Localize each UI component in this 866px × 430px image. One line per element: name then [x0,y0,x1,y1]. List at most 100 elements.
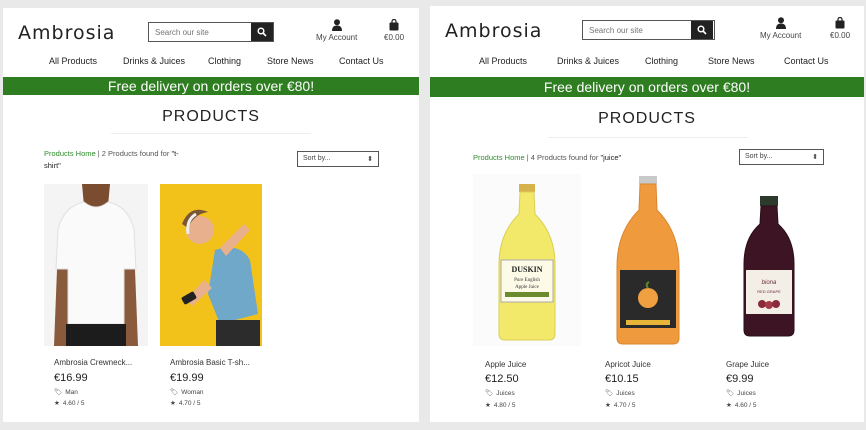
product-name[interactable]: Grape Juice [726,360,769,369]
product-price: €10.15 [605,373,639,385]
product-category[interactable]: 🏷 Juices [726,389,756,398]
product-name[interactable]: Apricot Juice [605,360,651,369]
breadcrumb: Products Home | 2 Products found for "t-… [44,148,194,172]
label-brand: DUSKIN [511,265,542,274]
product-rating: ★ 4.70 / 5 [170,399,201,408]
breadcrumb-products-home[interactable]: Products Home [44,149,96,158]
breadcrumb: Products Home | 4 Products found for "ju… [473,152,723,164]
nav-drinks-juices[interactable]: Drinks & Juices [123,56,185,66]
search-button[interactable] [691,21,713,39]
search-results-juice-panel: Ambrosia My Account €0.00 All Products D… [430,6,864,422]
title-divider [111,133,311,134]
search-input[interactable] [149,23,251,41]
results-count: | 2 Products found for [95,149,172,158]
nav-all-products[interactable]: All Products [479,56,527,66]
product-price: €19.99 [170,372,204,384]
nav-store-news[interactable]: Store News [708,56,755,66]
brand-logo[interactable]: Ambrosia [445,20,542,42]
page-title: PRODUCTS [598,110,696,127]
user-icon [331,19,342,31]
product-category-label: Juices [616,389,635,397]
sort-select[interactable]: Sort by... ⬍ [739,149,824,165]
product-category[interactable]: 🏷 Man [54,388,78,397]
nav-clothing[interactable]: Clothing [208,56,241,66]
product-price: €9.99 [726,373,754,385]
brand-logo[interactable]: Ambrosia [18,22,115,44]
product-rating-label: 4.70 / 5 [178,399,201,407]
product-image-grape-juice[interactable]: biona RED GRAPE [714,174,824,346]
product-rating: ★ 4.60 / 5 [726,401,757,410]
my-account-link[interactable]: My Account [316,19,357,42]
product-name[interactable]: Ambrosia Basic T-sh... [170,358,250,367]
nav-all-products[interactable]: All Products [49,56,97,66]
product-category[interactable]: 🏷 Juices [605,389,635,398]
label-line2: RED GRAPE [757,289,781,294]
product-category[interactable]: 🏷 Woman [170,388,204,397]
shopping-bag-icon [835,17,845,29]
star-icon: ★ [726,402,732,409]
product-rating: ★ 4.60 / 5 [54,399,85,408]
tag-icon: 🏷 [605,390,614,397]
search-query: "juice" [600,153,622,162]
product-category-label: Juices [737,389,756,397]
nav-contact-us[interactable]: Contact Us [339,56,384,66]
product-card[interactable]: Ambrosia Crewneck... €16.99 🏷 Man ★ 4.60 /… [44,184,148,420]
user-icon [775,17,786,29]
star-icon: ★ [605,402,611,409]
tag-icon: 🏷 [485,390,494,397]
product-card[interactable]: Ambrosia Basic T-sh... €19.99 🏷 Woman ★ 4.… [160,184,262,420]
shopping-bag-link[interactable]: €0.00 [830,17,850,40]
product-price: €12.50 [485,373,519,385]
my-account-label: My Account [760,31,802,40]
breadcrumb-products-home[interactable]: Products Home [473,153,525,162]
product-category-label: Juices [496,389,515,397]
product-rating: ★ 4.80 / 5 [485,401,516,410]
free-delivery-banner: Free delivery on orders over €80! [430,77,864,97]
my-account-link[interactable]: My Account [760,17,801,40]
sort-select-value: Sort by... [303,155,331,162]
product-name[interactable]: Ambrosia Crewneck... [54,358,132,367]
nav-contact-us[interactable]: Contact Us [784,56,829,66]
shopping-bag-link[interactable]: €0.00 [384,19,404,42]
label-line2: Pure English [514,278,540,283]
shopping-bag-icon [389,19,399,31]
results-count: | 4 Products found for [524,153,601,162]
search-input[interactable] [583,21,691,39]
search-bar [582,20,715,40]
product-image-crewneck[interactable] [44,184,148,346]
sort-select[interactable]: Sort by... ⬍ [297,151,379,167]
product-name[interactable]: Apple Juice [485,360,526,369]
product-card[interactable]: biona RED GRAPE Grape Juice €9.99 🏷 Juice… [714,174,824,414]
search-button[interactable] [251,23,273,41]
nav-drinks-juices[interactable]: Drinks & Juices [557,56,619,66]
star-icon: ★ [54,400,60,407]
tag-icon: 🏷 [170,389,179,396]
tag-icon: 🏷 [54,389,63,396]
product-image-apricot-juice[interactable] [593,174,703,346]
sort-select-value: Sort by... [745,153,773,160]
product-image-apple-juice[interactable]: DUSKIN Pure English Apple Juice [473,174,581,346]
product-card[interactable]: DUSKIN Pure English Apple Juice Apple Ju… [473,174,581,414]
product-image-basic-tshirt[interactable] [160,184,262,346]
sort-arrows-icon: ⬍ [367,156,373,163]
nav-clothing[interactable]: Clothing [645,56,678,66]
product-category[interactable]: 🏷 Juices [485,389,515,398]
nav-store-news[interactable]: Store News [267,56,314,66]
product-rating-label: 4.70 / 5 [613,401,636,409]
star-icon: ★ [170,400,176,407]
product-category-label: Woman [181,388,204,396]
product-card[interactable]: Apricot Juice €10.15 🏷 Juices ★ 4.70 / 5 [593,174,703,414]
label-line3: Apple Juice [515,285,540,290]
title-divider [548,137,748,138]
product-category-label: Man [65,388,78,396]
page-title: PRODUCTS [162,108,260,125]
sort-arrows-icon: ⬍ [812,154,818,161]
search-icon [257,27,267,37]
free-delivery-banner: Free delivery on orders over €80! [3,77,419,95]
bag-total: €0.00 [384,33,405,42]
product-rating-label: 4.60 / 5 [62,399,85,407]
star-icon: ★ [485,402,491,409]
product-rating-label: 4.80 / 5 [493,401,516,409]
tag-icon: 🏷 [726,390,735,397]
search-bar [148,22,274,42]
